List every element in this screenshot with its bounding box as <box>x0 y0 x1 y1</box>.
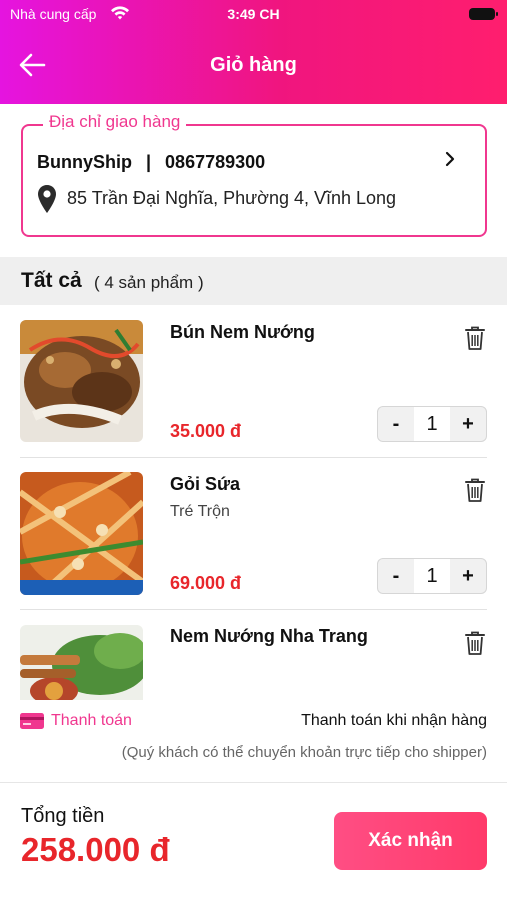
item-divider <box>20 609 487 610</box>
trash-icon[interactable] <box>464 477 486 503</box>
section-title: Tất cả <box>21 269 82 292</box>
item-image <box>20 472 143 595</box>
chevron-right-icon[interactable] <box>443 150 457 168</box>
confirm-button[interactable]: Xác nhận <box>334 812 487 870</box>
recipient-phone: 0867789300 <box>165 152 266 172</box>
recipient-line: BunnyShip | 0867789300 <box>37 152 265 173</box>
cart-item: Bún Nem Nướng 35.000 đ - 1 + <box>0 318 507 458</box>
footer-divider <box>0 782 507 783</box>
cart-item: Gỏi Sứa Tré Trộn 69.000 đ - 1 + <box>0 470 507 610</box>
cart-section-header: Tất cả ( 4 sản phẩm ) <box>0 257 507 305</box>
decrease-qty-button[interactable]: - <box>378 559 414 593</box>
quantity-stepper: - 1 + <box>377 558 487 594</box>
location-pin-icon <box>38 185 56 213</box>
item-name: Bún Nem Nướng <box>170 322 315 342</box>
item-divider <box>20 457 487 458</box>
item-name: Nem Nướng Nha Trang <box>170 626 368 646</box>
recipient-name: BunnyShip <box>37 152 132 172</box>
address-legend: Địa chỉ giao hàng <box>43 112 187 132</box>
payment-note: (Quý khách có thể chuyển khoản trực tiếp… <box>121 744 487 761</box>
address-line: 85 Trần Đại Nghĩa, Phường 4, Vĩnh Long <box>67 188 397 208</box>
total-label: Tổng tiền <box>21 805 105 827</box>
credit-card-icon <box>20 713 44 729</box>
item-image <box>20 320 143 442</box>
delivery-address-card[interactable]: Địa chỉ giao hàng BunnyShip | 0867789300 8… <box>21 112 487 237</box>
quantity-value: 1 <box>414 559 450 593</box>
item-name: Gỏi Sứa <box>170 474 241 494</box>
page-title: Giỏ hàng <box>210 54 297 76</box>
item-image <box>20 625 143 700</box>
increase-qty-button[interactable]: + <box>450 407 486 441</box>
status-time: 3:49 CH <box>227 6 280 22</box>
trash-icon[interactable] <box>464 325 486 351</box>
payment-method-value: Thanh toán khi nhận hàng <box>301 712 487 729</box>
trash-icon[interactable] <box>464 630 486 656</box>
payment-section: Thanh toán Thanh toán khi nhận hàng (Quý… <box>0 700 507 782</box>
section-item-count: ( 4 sản phẩm ) <box>94 273 204 292</box>
increase-qty-button[interactable]: + <box>450 559 486 593</box>
item-price: 35.000 đ <box>170 421 242 441</box>
status-bar: Nhà cung cấp 3:49 CH <box>0 0 507 30</box>
app-header: Nhà cung cấp 3:49 CH Giỏ hàng <box>0 0 507 104</box>
quantity-value: 1 <box>414 407 450 441</box>
quantity-stepper: - 1 + <box>377 406 487 442</box>
payment-method-link[interactable]: Thanh toán <box>51 712 132 730</box>
recipient-separator: | <box>146 152 152 172</box>
decrease-qty-button[interactable]: - <box>378 407 414 441</box>
battery-icon <box>469 8 498 20</box>
total-value: 258.000 đ <box>21 831 170 868</box>
item-price: 69.000 đ <box>170 573 242 593</box>
cart-item: Nem Nướng Nha Trang <box>0 622 507 700</box>
item-variant: Tré Trộn <box>170 503 230 520</box>
